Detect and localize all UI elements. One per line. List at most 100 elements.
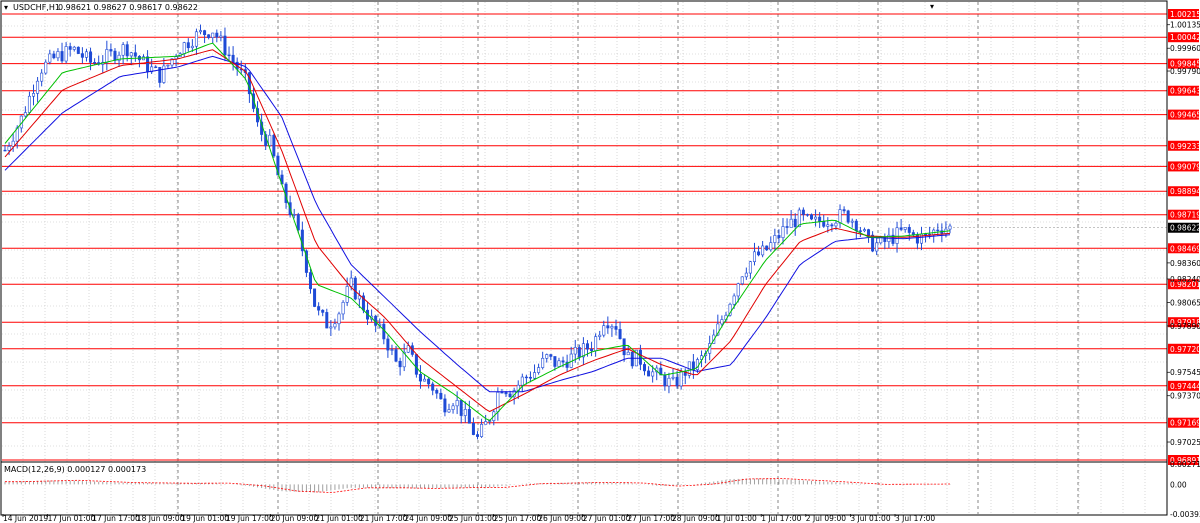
price-tick-label: 0.97370 [1170,392,1200,401]
candle-body [846,210,850,223]
ohlc-label: 0.98621 0.98627 0.98617 0.98622 [58,3,198,12]
candle-body [341,302,345,315]
candle-body [72,46,76,50]
level-label: 0.98894 [1170,187,1200,196]
candle-body [215,32,219,38]
candle-body [80,53,84,58]
chart: 1.002151.000420.998450.996430.994650.992… [0,0,1200,523]
time-tick-label: 17 Jun 01:00 [48,514,96,523]
candle-body [89,51,93,63]
candle-body [467,409,471,424]
candle-body [418,374,422,382]
candle-body [822,221,826,227]
candle-body [553,356,557,367]
level-label: 0.97169 [1170,419,1200,428]
candle-body [606,325,610,329]
candle-body [867,229,871,236]
candle-body [520,376,524,386]
candle-body [533,372,537,379]
macd-tick-label: 0.002712 [1170,460,1200,469]
candle-body [537,367,541,373]
candle-body [27,95,31,113]
candle-body [203,30,207,36]
candle-body [471,423,475,435]
candle-body [618,329,622,340]
candle-body [32,93,36,97]
candle-body [675,376,679,387]
level-label: 1.00042 [1170,33,1200,42]
candle-body [545,354,549,359]
scroll-marker-icon: ▾ [930,2,934,11]
candle-body [325,312,329,329]
candle-body [903,227,907,230]
candle-body [732,295,736,305]
candle-body [211,32,215,38]
chart-menu-icon[interactable]: ▾ [4,3,8,12]
time-tick-label: 14 Jun 2019 [3,514,48,523]
candle-body [7,146,11,151]
candle-body [480,424,484,437]
candle-body [3,149,7,152]
time-axis: 14 Jun 2019 17 Jun 01:0017 Jun 17:0018 Ju… [2,514,935,523]
candle-body [561,360,565,363]
candle-body [56,51,60,59]
price-tick-label: 1.00135 [1170,21,1200,30]
candle-body [769,242,773,251]
time-tick-label: 19 Jun 17:00 [226,514,274,523]
candle-body [398,360,402,368]
time-tick-label: 19 Jun 01:00 [181,514,229,523]
candle-body [484,421,488,425]
candle-body [895,227,899,244]
candle-body [948,225,952,230]
level-label: 0.99643 [1170,87,1200,96]
candle-body [765,245,769,251]
candle-body [528,376,532,379]
candle-body [317,306,321,311]
candle-body [154,66,158,68]
candle-body [439,392,443,400]
price-tick-label: 0.98360 [1170,259,1200,268]
candle-body [773,235,777,243]
candle-body [329,326,333,329]
candle-body [541,357,545,368]
candle-body [793,218,797,227]
candle-body [610,326,614,329]
candle-body [838,209,842,224]
candle-body [190,45,194,49]
candle-body [113,50,117,61]
candle-body [496,391,500,413]
candle-body [826,224,830,227]
candle-body [598,334,602,337]
symbol-label: USDCHF,H1 [13,3,60,12]
candle-body [924,233,928,236]
candle-body [740,276,744,285]
candle-body [60,51,64,62]
candle-body [508,393,512,398]
candle-body [296,214,300,231]
candle-body [875,242,879,252]
candle-body [109,49,113,52]
price-tick-label: 0.98065 [1170,298,1200,307]
time-tick-label: 3 Jul 17:00 [895,514,935,523]
candle-body [93,62,97,64]
level-label: 0.97720 [1170,345,1200,354]
candle-body [647,370,651,377]
time-tick-label: 25 Jun 01:00 [449,514,497,523]
candle-body [455,400,459,407]
time-tick-label: 18 Jun 09:00 [137,514,185,523]
candle-body [622,338,626,356]
candle-body [40,72,44,82]
candle-body [777,235,781,238]
candle-body [679,370,683,387]
candle-body [459,400,463,416]
candle-body [386,338,390,351]
candle-body [814,216,818,220]
candle-body [594,336,598,352]
candle-body [36,80,40,94]
candle-body [333,323,337,328]
time-tick-label: 21 Jun 17:00 [360,514,408,523]
candle-body [357,295,361,300]
candle-body [76,46,80,54]
candle-body [227,54,231,57]
candle-body [757,251,761,256]
